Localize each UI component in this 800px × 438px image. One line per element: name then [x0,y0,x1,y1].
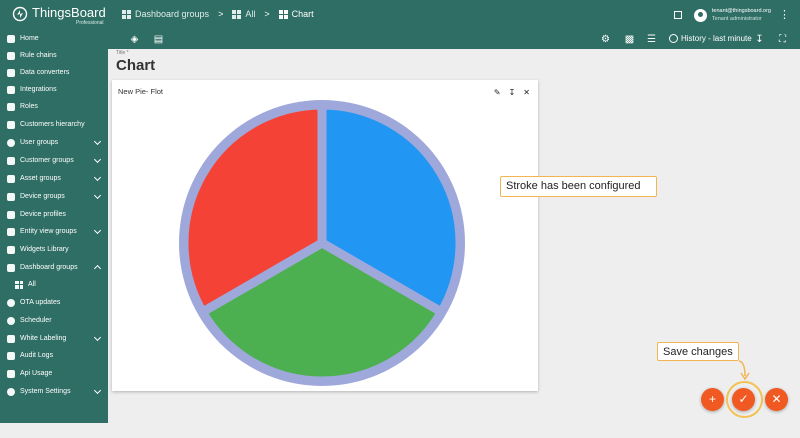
more-vert-icon[interactable]: ⋮ [779,10,790,21]
sidebar-item-audit-logs[interactable]: Audit Logs [0,347,108,364]
title-field-label: Title * [116,50,129,56]
sidebar-item-dashboard-groups[interactable]: Dashboard groups [0,259,108,276]
add-widget-button[interactable]: + [701,388,724,411]
sidebar-item-white-labeling[interactable]: White Labeling [0,330,108,347]
chevron-down-icon [93,155,102,164]
widget-actions: ✎ ↧ ✕ [494,88,530,97]
widget-title: New Pie- Flot [118,87,164,96]
sidebar-item-device-profiles[interactable]: Device profiles [0,206,108,223]
pie-slices [179,100,465,386]
chevron-down-icon [93,173,102,182]
logo[interactable]: ThingsBoard Professional [12,5,106,26]
discard-changes-button[interactable]: ✕ [765,388,788,411]
breadcrumb-all[interactable]: All [232,9,255,19]
filter-icon[interactable]: ☰ [645,33,658,46]
device-profile-icon [7,210,15,219]
download-icon[interactable]: ↧ [509,88,516,97]
sidebar: Home Rule chains Data converters Integra… [0,30,108,423]
breadcrumb-dashboard-groups[interactable]: Dashboard groups [122,9,209,19]
sidebar-item-roles[interactable]: Roles [0,98,108,115]
user-email: tenant@thingsboard.org [711,8,771,14]
fullscreen-icon[interactable]: ⛶ [776,33,789,46]
layers-icon[interactable]: ◈ [128,33,141,46]
sidebar-item-scheduler[interactable]: Scheduler [0,312,108,329]
aliases-icon[interactable]: ▩ [623,33,636,46]
sidebar-item-ota-updates[interactable]: OTA updates [0,294,108,311]
save-callout: Save changes [657,342,739,361]
integrations-icon [7,85,15,94]
breadcrumb-separator-icon: > [218,9,224,19]
user-info[interactable]: tenant@thingsboard.org Tenant administra… [712,7,771,23]
sidebar-item-device-groups[interactable]: Device groups [0,188,108,205]
arrow-down-icon [738,360,750,381]
sidebar-item-widgets-library[interactable]: Widgets Library [0,241,108,258]
close-icon[interactable]: ✕ [523,88,530,97]
breadcrumb: Dashboard groups > All > Chart [122,9,314,19]
thingsboard-logo-icon [12,6,28,22]
page-title[interactable]: Chart [116,57,155,74]
fullscreen-icon[interactable] [673,11,682,19]
account-icon [7,138,15,147]
dashboard-grid-icon [232,9,242,19]
edit-icon[interactable]: ✎ [494,88,501,97]
chevron-up-icon [93,264,102,273]
dashboard-grid-icon [122,9,131,19]
sidebar-item-rule-chains[interactable]: Rule chains [0,47,108,64]
chevron-down-icon [93,386,102,395]
people-icon [7,156,15,165]
gear-icon[interactable]: ⚙ [599,33,612,46]
chevron-down-icon [93,226,102,235]
hierarchy-icon [7,120,15,129]
pie-widget[interactable]: New Pie- Flot ✎ ↧ ✕ [112,80,538,391]
settings-icon [7,387,15,396]
download-icon[interactable]: ↧ [753,33,766,46]
chevron-down-icon [93,333,102,342]
timewindow-button[interactable]: History - last minute [669,34,752,43]
data-converters-icon [7,68,15,77]
device-icon [7,192,15,201]
clock-icon [669,34,678,43]
avatar[interactable] [693,8,707,22]
sidebar-item-customers-hierarchy[interactable]: Customers hierarchy [0,116,108,133]
dashboard-toolbar: ◈ ▤ ⚙ ▩ ☰ History - last minute ↧ ⛶ [0,30,800,49]
dashboard-grid-icon [278,9,288,19]
breadcrumb-separator-icon: > [264,9,270,19]
timewindow-label: History - last minute [681,34,752,43]
ota-icon [7,298,15,307]
sidebar-item-system-settings[interactable]: System Settings [0,383,108,400]
shield-icon [7,102,15,111]
scheduler-icon [7,316,15,325]
sidebar-item-asset-groups[interactable]: Asset groups [0,170,108,187]
widgets-icon [7,245,15,254]
chevron-down-icon [93,191,102,200]
top-bar-right: tenant@thingsboard.org Tenant administra… [673,0,800,30]
sidebar-item-api-usage[interactable]: Api Usage [0,365,108,382]
chevron-down-icon [93,137,102,146]
top-bar: ThingsBoard Professional Dashboard group… [0,0,800,30]
audit-icon [7,351,15,360]
home-icon [7,34,15,43]
sidebar-item-entity-view-groups[interactable]: Entity view groups [0,223,108,240]
dashboard-icon [7,263,15,272]
user-role: Tenant administrator [711,16,762,22]
asset-icon [7,174,15,183]
palette-icon [7,334,15,343]
entity-view-icon [7,227,15,236]
sidebar-item-customer-groups[interactable]: Customer groups [0,152,108,169]
sidebar-item-home[interactable]: Home [0,30,108,47]
brand-name: ThingsBoard [32,5,106,20]
api-usage-icon [7,369,15,378]
brand-edition: Professional [76,20,104,26]
stroke-callout: Stroke has been configured [500,176,657,197]
breadcrumb-chart: Chart [278,9,314,19]
rule-chains-icon [7,51,15,60]
sidebar-item-user-groups[interactable]: User groups [0,134,108,151]
save-changes-button[interactable]: ✓ [732,388,755,411]
grid-icon [15,280,23,289]
sidebar-item-all[interactable]: All [0,276,108,293]
sidebar-item-data-converters[interactable]: Data converters [0,64,108,81]
sidebar-item-integrations[interactable]: Integrations [0,81,108,98]
card-icon[interactable]: ▤ [152,33,165,46]
pie-chart [179,100,465,386]
